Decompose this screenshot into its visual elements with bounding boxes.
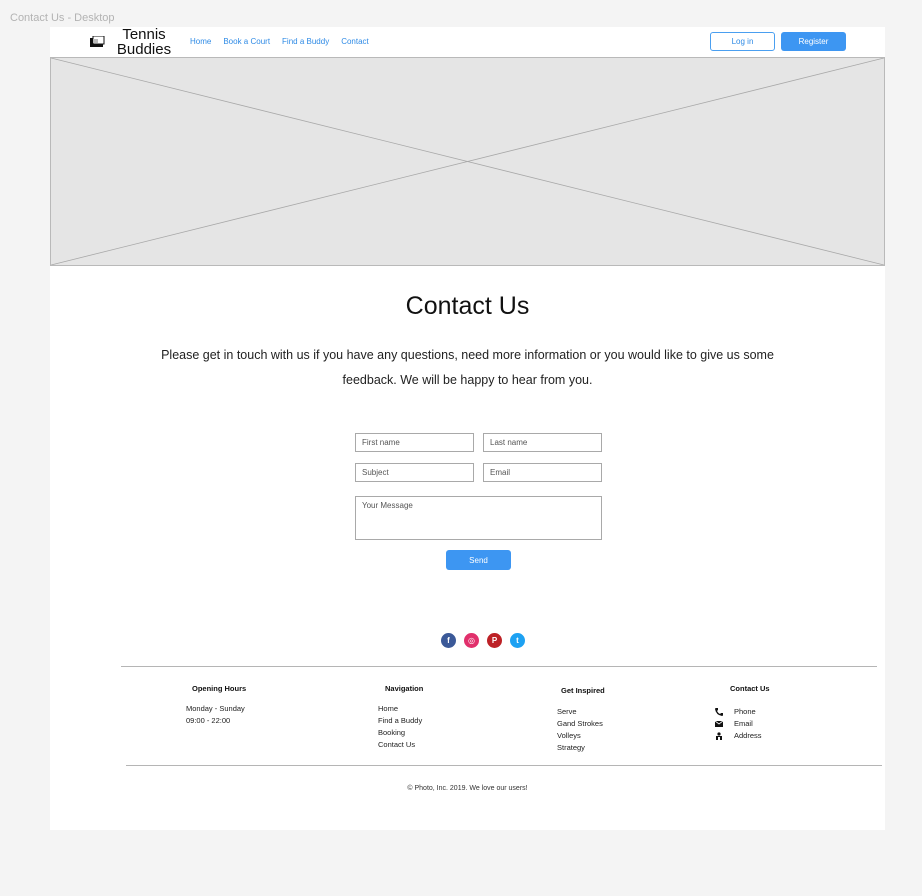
- footer-nav: Home Find a Buddy Booking Contact Us: [378, 703, 422, 751]
- twitter-icon[interactable]: t: [510, 633, 525, 648]
- email-field[interactable]: Email: [483, 463, 602, 482]
- instagram-icon[interactable]: ◎: [464, 633, 479, 648]
- hours-time: 09:00 - 22:00: [186, 716, 231, 725]
- logo-wordmark[interactable]: Tennis Buddies: [114, 27, 174, 57]
- email-icon: [715, 720, 723, 727]
- message-field[interactable]: Your Message: [355, 496, 602, 540]
- main-nav: Home Book a Court Find a Buddy Contact: [190, 37, 369, 46]
- page-artboard: Tennis Buddies Home Book a Court Find a …: [50, 27, 885, 830]
- page-title: Contact Us: [405, 292, 530, 320]
- hours-days: Monday - Sunday: [186, 704, 245, 713]
- contact-email-label: Email: [734, 719, 753, 728]
- nav-find-buddy[interactable]: Find a Buddy: [282, 37, 329, 46]
- frame-label: Contact Us - Desktop: [10, 12, 115, 24]
- contact-address[interactable]: Address: [715, 730, 762, 742]
- login-button[interactable]: Log in: [710, 32, 775, 51]
- logo-line1: Tennis: [122, 26, 166, 43]
- footer-nav-contact[interactable]: Contact Us: [378, 739, 422, 751]
- contact-phone-label: Phone: [734, 707, 756, 716]
- pinterest-icon[interactable]: P: [487, 633, 502, 648]
- footer-divider-top: [121, 666, 877, 667]
- hero-image-placeholder: [50, 57, 885, 266]
- footer-inspired-title: Get Inspired: [561, 686, 605, 695]
- phone-icon: [715, 708, 723, 716]
- inspired-volleys[interactable]: Volleys: [557, 730, 603, 742]
- footer-hours-title: Opening Hours: [192, 684, 247, 693]
- logo-icon: [90, 36, 105, 47]
- footer-nav-find-buddy[interactable]: Find a Buddy: [378, 715, 422, 727]
- first-name-field[interactable]: First name: [355, 433, 474, 452]
- logo-line2: Buddies: [116, 41, 172, 58]
- footer-contact: Phone Email Address: [715, 706, 762, 742]
- footer-divider-bottom: [126, 765, 882, 766]
- site-header: Tennis Buddies Home Book a Court Find a …: [50, 27, 885, 57]
- copyright-text: © Photo, Inc. 2019. We love our users!: [407, 785, 528, 792]
- footer-contact-title: Contact Us: [730, 684, 770, 693]
- nav-home[interactable]: Home: [190, 37, 211, 46]
- address-icon: [716, 732, 722, 740]
- intro-text: Please get in touch with us if you have …: [161, 348, 774, 387]
- contact-address-label: Address: [734, 731, 762, 740]
- footer-nav-home[interactable]: Home: [378, 703, 422, 715]
- contact-email[interactable]: Email: [715, 718, 762, 730]
- contact-phone[interactable]: Phone: [715, 706, 762, 718]
- footer-inspired: Serve Gand Strokes Volleys Strategy: [557, 706, 603, 754]
- social-links: f ◎ P t: [441, 633, 525, 648]
- inspired-ground-strokes[interactable]: Gand Strokes: [557, 718, 603, 730]
- inspired-strategy[interactable]: Strategy: [557, 742, 603, 754]
- send-button[interactable]: Send: [446, 550, 511, 570]
- last-name-field[interactable]: Last name: [483, 433, 602, 452]
- footer-nav-title: Navigation: [385, 684, 424, 693]
- placeholder-cross-icon: [51, 58, 884, 265]
- register-button[interactable]: Register: [781, 32, 846, 51]
- subject-field[interactable]: Subject: [355, 463, 474, 482]
- footer-hours: Monday - Sunday 09:00 - 22:00: [186, 703, 245, 727]
- footer-nav-booking[interactable]: Booking: [378, 727, 422, 739]
- nav-contact[interactable]: Contact: [341, 37, 369, 46]
- nav-book-court[interactable]: Book a Court: [223, 37, 270, 46]
- facebook-icon[interactable]: f: [441, 633, 456, 648]
- inspired-serve[interactable]: Serve: [557, 706, 603, 718]
